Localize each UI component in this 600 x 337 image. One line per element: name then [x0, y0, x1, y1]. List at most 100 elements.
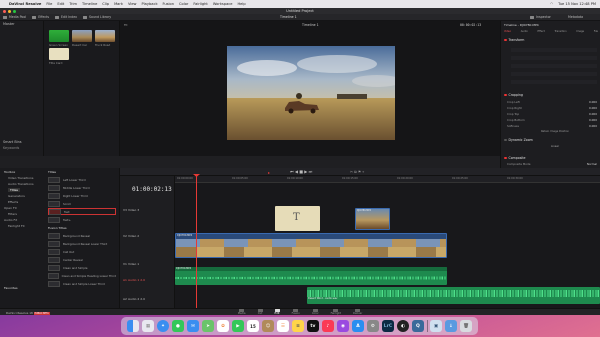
- viewer-zoom[interactable]: Fit: [124, 23, 128, 27]
- audio-clip-a1[interactable]: DJI0780.MP4: [175, 267, 447, 285]
- safari-icon[interactable]: ✦: [156, 319, 170, 333]
- page-fairlight[interactable]: Fairlight: [331, 309, 341, 315]
- fx-category-titles[interactable]: Titles: [8, 188, 20, 192]
- crop-left-row[interactable]: Crop Left 0.000: [507, 100, 597, 104]
- toolbar-timeline-name[interactable]: Timeline 1: [280, 15, 297, 19]
- notes-icon[interactable]: ≡: [291, 319, 305, 333]
- fx-item[interactable]: Clean and Simple: [48, 264, 116, 271]
- fx-category-toolbox[interactable]: Toolbox: [4, 170, 15, 174]
- fx-category-audio-fx[interactable]: Audio FX: [4, 218, 17, 222]
- close-window-button[interactable]: [3, 9, 6, 13]
- tv-icon[interactable]: tv: [306, 319, 320, 333]
- edit-index-toggle[interactable]: Edit Index: [55, 15, 77, 19]
- composite-section[interactable]: Composite: [504, 156, 526, 160]
- fx-category-audio-transitions[interactable]: Audio Transitions: [8, 182, 34, 186]
- trash-icon[interactable]: 🗑: [459, 319, 473, 333]
- fx-item[interactable]: Right Lower Third: [48, 192, 116, 199]
- media-clip-thumb[interactable]: [49, 48, 69, 60]
- inspector-tab-effect[interactable]: Effect: [538, 30, 545, 35]
- crop-bottom-row[interactable]: Crop Bottom 0.000: [507, 118, 597, 122]
- page-fusion[interactable]: Fusion: [292, 309, 300, 315]
- fx-item[interactable]: Clean and Simple Heading Lower Third: [48, 272, 116, 279]
- menu-color[interactable]: Color: [179, 2, 188, 6]
- timeline-timecode[interactable]: 01:00:02:13: [132, 186, 172, 193]
- menu-file[interactable]: File: [46, 2, 52, 6]
- podcasts-icon[interactable]: ◉: [336, 319, 350, 333]
- menu-clip[interactable]: Clip: [102, 2, 109, 6]
- favorites-label[interactable]: Favorites: [4, 286, 18, 290]
- menu-fairlight[interactable]: Fairlight: [193, 2, 207, 6]
- quicktime-icon[interactable]: Q: [411, 319, 425, 333]
- menu-trim[interactable]: Trim: [69, 2, 77, 6]
- minimize-window-button[interactable]: [8, 9, 11, 13]
- fx-item[interactable]: Call Out: [48, 248, 116, 255]
- zoom-window-button[interactable]: [13, 9, 16, 13]
- reminders-icon[interactable]: ☰: [276, 319, 290, 333]
- page-deliver[interactable]: Deliver: [353, 309, 362, 315]
- media-clip-thumb[interactable]: [49, 30, 69, 42]
- dynamic-zoom-section[interactable]: Dynamic Zoom: [504, 138, 533, 142]
- track-header-v1[interactable]: V1 Video 1: [123, 262, 173, 266]
- track-header-v3[interactable]: V3 Video 3: [123, 208, 173, 212]
- launchpad-icon[interactable]: ▦: [141, 319, 155, 333]
- messages-icon[interactable]: ●: [171, 319, 185, 333]
- lightroom-classic-icon[interactable]: LrC: [381, 319, 395, 333]
- crop-right-row[interactable]: Crop Right 0.000: [507, 106, 597, 110]
- title-clip[interactable]: T: [275, 206, 320, 231]
- page-media[interactable]: Media: [238, 309, 246, 315]
- page-color[interactable]: Color: [312, 309, 319, 315]
- inspector-tab-file[interactable]: File: [594, 30, 598, 35]
- play-controls[interactable]: ⏮ ◀ ■ ▶ ⏭: [290, 169, 312, 174]
- fx-item[interactable]: Middle Lower Third: [48, 184, 116, 191]
- cropping-section[interactable]: Cropping: [504, 93, 523, 97]
- track-header-v2[interactable]: V2 Video 2: [123, 234, 173, 238]
- softness-row[interactable]: Softness 0.000: [507, 124, 597, 128]
- menu-mark[interactable]: Mark: [114, 2, 123, 6]
- composite-mode-row[interactable]: Composite Mode Normal: [507, 162, 597, 166]
- dynamic-zoom-mode[interactable]: Linear: [551, 145, 559, 148]
- fx-item[interactable]: Background Reveal: [48, 232, 116, 239]
- fx-item[interactable]: Clean and Simple Lower Third: [48, 280, 116, 287]
- inspector-tab-audio[interactable]: Audio: [521, 30, 528, 35]
- timeline-ruler[interactable]: 01:00:00:00 01:00:05:00 01:00:10:00 01:0…: [175, 176, 600, 183]
- fx-item[interactable]: Background Reveal Lower Third: [48, 240, 116, 247]
- menu-edit[interactable]: Edit: [57, 2, 64, 6]
- viewer-video-frame[interactable]: [227, 46, 395, 140]
- transform-section[interactable]: Transform: [504, 38, 524, 42]
- downloads-icon[interactable]: ↓: [444, 319, 458, 333]
- playhead[interactable]: [196, 176, 197, 308]
- metadata-toggle[interactable]: Metadata: [568, 15, 583, 19]
- page-cut[interactable]: Cut: [257, 309, 263, 315]
- fx-category-effects[interactable]: Effects: [8, 200, 18, 204]
- master-bin[interactable]: Master: [0, 21, 43, 27]
- mail-icon[interactable]: ✉: [186, 319, 200, 333]
- preview-icon[interactable]: ▣: [429, 319, 443, 333]
- inspector-tab-image[interactable]: Image: [576, 30, 584, 35]
- maps-icon[interactable]: ➤: [201, 319, 215, 333]
- menu-workspace[interactable]: Workspace: [213, 2, 233, 6]
- menu-timeline[interactable]: Timeline: [82, 2, 97, 6]
- music-icon[interactable]: ♪: [321, 319, 335, 333]
- davinci-resolve-icon[interactable]: ◐: [396, 319, 410, 333]
- transform-controls[interactable]: [511, 44, 597, 84]
- menu-fusion[interactable]: Fusion: [163, 2, 175, 6]
- menu-view[interactable]: View: [128, 2, 137, 6]
- fx-item[interactable]: Scroll: [48, 200, 116, 207]
- finder-icon[interactable]: [126, 319, 140, 333]
- fx-item-selected[interactable]: Text: [48, 208, 116, 215]
- settings-icon[interactable]: ⚙: [366, 319, 380, 333]
- page-edit[interactable]: Edit: [275, 309, 280, 315]
- menu-app-name[interactable]: DaVinci Resolve: [9, 2, 41, 6]
- track-header-a1[interactable]: A1 Audio 1 2.0: [123, 278, 173, 282]
- photos-icon[interactable]: ✿: [216, 319, 230, 333]
- keywords-label[interactable]: Keywords: [0, 145, 22, 151]
- crop-top-row[interactable]: Crop Top 0.000: [507, 112, 597, 116]
- fx-category-video-transitions[interactable]: Video Transitions: [8, 176, 33, 180]
- app-store-icon[interactable]: A: [351, 319, 365, 333]
- fx-item[interactable]: Center Reveal: [48, 256, 116, 263]
- fx-item[interactable]: Left Lower Third: [48, 176, 116, 183]
- fx-category-generators[interactable]: Generators: [8, 194, 25, 198]
- fx-category-filters[interactable]: Filters: [8, 212, 17, 216]
- enable-dot-icon[interactable]: [504, 156, 507, 160]
- fx-category-open-fx[interactable]: Open FX: [4, 206, 17, 210]
